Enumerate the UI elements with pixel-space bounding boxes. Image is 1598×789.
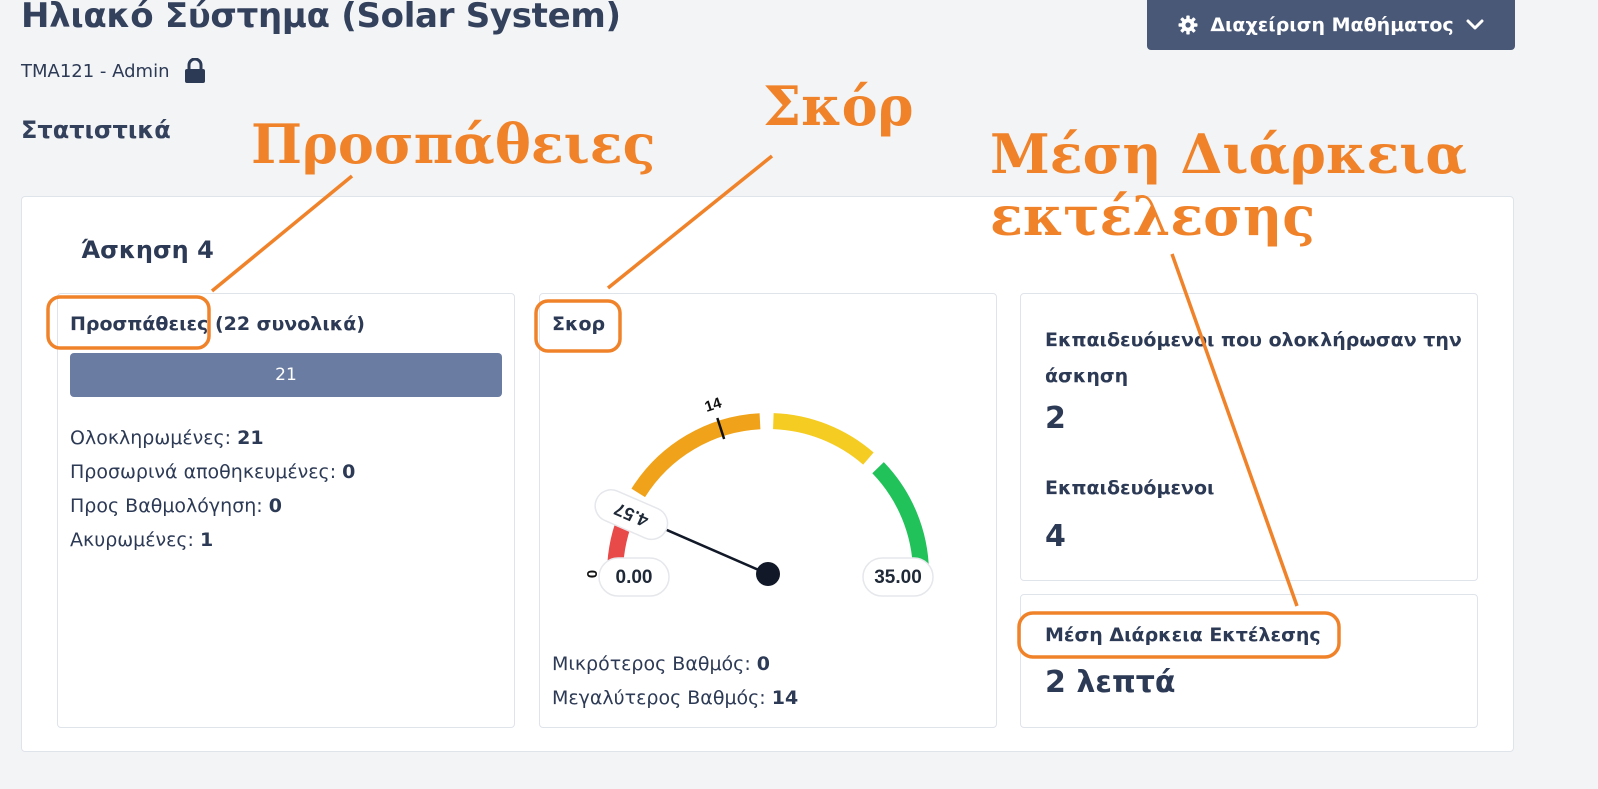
min-grade-label: Μικρότερος Βαθμός: (552, 653, 751, 675)
gauge-min-label: 0.00 (616, 567, 653, 588)
score-annotation: Σκόρ (763, 74, 914, 138)
duration-card (1020, 594, 1478, 728)
duration-annotation-line2: εκτέλεσης (990, 184, 1316, 248)
gauge-segment-yellow (772, 413, 874, 465)
duration-value: 2 λεπτά (1045, 665, 1176, 700)
gauge-max-grade-tick-label: 14 (703, 394, 725, 416)
gauge-max-label: 35.00 (874, 567, 922, 588)
trainees-completed-label: Εκπαιδευόμενοι που ολοκλήρωσαν την άσκησ… (1045, 329, 1462, 387)
max-grade-label: Μεγαλύτερος Βαθμός: (552, 687, 766, 709)
trainees-total-value: 4 (1045, 519, 1066, 554)
duration-annotation-line1: Μέση Διάρκεια (990, 122, 1467, 186)
gauge-segment-orange (631, 413, 761, 498)
gauge-zero-tick-label: 0 (583, 570, 600, 578)
gauge-needle (654, 523, 769, 576)
attempts-annotation: Προσπάθειες (251, 112, 656, 176)
trainees-total-label: Εκπαιδευόμενοι (1045, 477, 1215, 499)
min-grade-value: 0 (756, 653, 771, 675)
trainees-completed-value: 2 (1045, 401, 1066, 436)
gauge-segment-green (872, 462, 929, 572)
max-grade-value: 14 (771, 687, 799, 709)
duration-label: Μέση Διάρκεια Εκτέλεσης (1045, 624, 1321, 646)
gauge-needle-hub (756, 562, 780, 586)
min-grade-stat: Μικρότερος Βαθμός: 0 (552, 653, 770, 675)
max-grade-stat: Μεγαλύτερος Βαθμός: 14 (552, 687, 798, 709)
